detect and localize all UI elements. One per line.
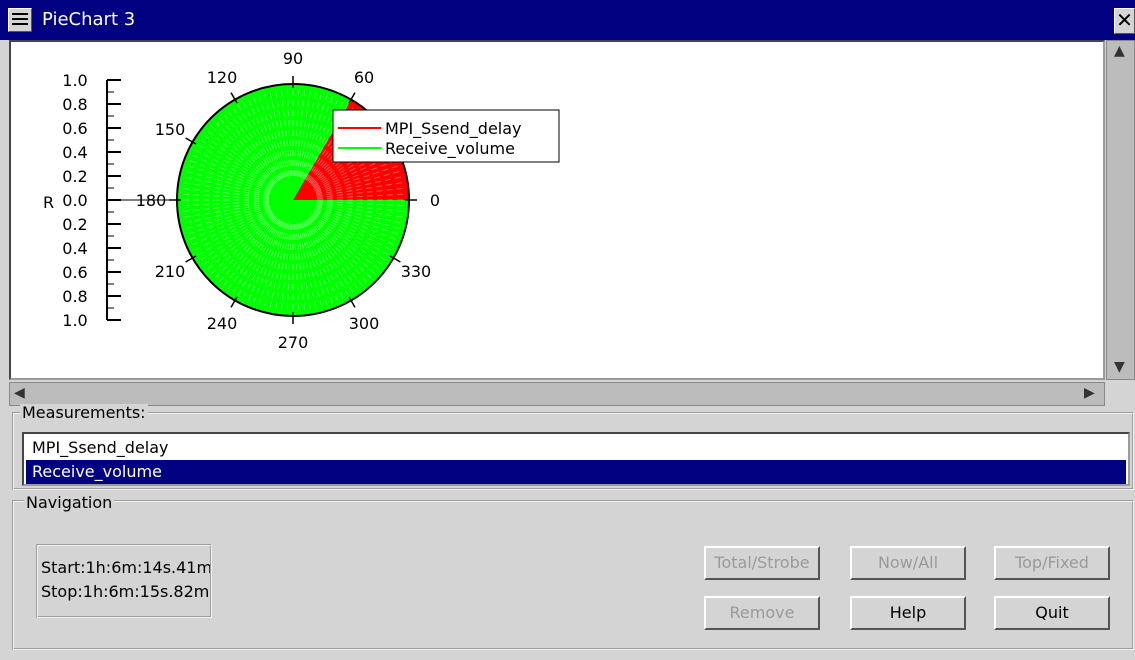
r-tick-label: 0.8 xyxy=(62,287,87,306)
quit-button[interactable]: Quit xyxy=(994,596,1110,630)
r-tick-label: 0.6 xyxy=(62,263,87,282)
r-tick-label: 0.4 xyxy=(62,239,87,258)
angle-label: 150 xyxy=(155,120,186,139)
top-fixed-button[interactable]: Top/Fixed xyxy=(994,546,1110,580)
list-item-receive-volume[interactable]: Receive_volume xyxy=(26,460,1126,484)
scroll-down-icon[interactable]: ▼ xyxy=(1114,359,1125,375)
legend-entry-mpi-ssend-delay: MPI_Ssend_delay xyxy=(385,119,522,139)
angle-label: 240 xyxy=(207,314,238,333)
r-axis-label: R xyxy=(43,193,54,212)
angle-label: 210 xyxy=(155,262,186,281)
r-tick-label: 1.0 xyxy=(62,311,87,330)
legend-entry-receive-volume: Receive_volume xyxy=(385,139,515,159)
r-tick-label: 0.8 xyxy=(62,95,87,114)
r-tick-label: 0.6 xyxy=(62,119,87,138)
start-time: Start:1h:6m:14s.41m xyxy=(41,558,212,577)
angle-label: 120 xyxy=(207,68,238,87)
vertical-scrollbar[interactable]: ▲ ▼ xyxy=(1106,40,1135,380)
measurements-label: Measurements: xyxy=(20,403,148,422)
close-icon[interactable]: ✕ xyxy=(1114,8,1135,34)
title-bar xyxy=(0,0,1135,40)
legend: MPI_Ssend_delay Receive_volume xyxy=(332,109,560,163)
angle-label: 0 xyxy=(430,191,440,210)
navigation-label: Navigation xyxy=(24,493,115,512)
chart-area: 1.0 0.8 0.6 0.4 0.2 0.0 0.2 0.4 0.6 0.8 1.0 R 90 60… xyxy=(9,40,1105,380)
angle-label: 60 xyxy=(354,68,374,87)
help-button[interactable]: Help xyxy=(850,596,966,630)
horizontal-scrollbar[interactable]: ◀ ▶ xyxy=(9,382,1105,406)
r-tick-label: 0.2 xyxy=(62,167,87,186)
angle-label: 330 xyxy=(401,262,432,281)
r-tick-label: 1.0 xyxy=(62,71,87,90)
stop-time: Stop:1h:6m:15s.82m xyxy=(41,582,210,601)
scroll-left-icon[interactable]: ◀ xyxy=(14,385,25,401)
window-title: PieChart 3 xyxy=(42,9,136,30)
angle-label: 90 xyxy=(283,49,303,68)
angle-label: 270 xyxy=(278,333,309,352)
time-range-display: Start:1h:6m:14s.41m Stop:1h:6m:15s.82m xyxy=(36,544,212,618)
angle-label: 300 xyxy=(349,314,380,333)
r-tick-label: 0.0 xyxy=(62,191,87,210)
now-all-button[interactable]: Now/All xyxy=(850,546,966,580)
total-strobe-button[interactable]: Total/Strobe xyxy=(704,546,820,580)
angle-label: 180 xyxy=(136,191,167,210)
pie-chart: 1.0 0.8 0.6 0.4 0.2 0.0 0.2 0.4 0.6 0.8 1.0 R 90 60… xyxy=(43,49,560,352)
r-tick-label: 0.4 xyxy=(62,143,87,162)
scroll-right-icon[interactable]: ▶ xyxy=(1084,385,1095,401)
r-tick-label: 0.2 xyxy=(62,215,87,234)
scroll-up-icon[interactable]: ▲ xyxy=(1114,43,1125,59)
remove-button[interactable]: Remove xyxy=(704,596,820,630)
measurements-list[interactable]: MPI_Ssend_delay Receive_volume xyxy=(22,432,1130,486)
window-menu-icon[interactable] xyxy=(8,8,32,32)
list-item-mpi-ssend-delay[interactable]: MPI_Ssend_delay xyxy=(26,436,1126,460)
